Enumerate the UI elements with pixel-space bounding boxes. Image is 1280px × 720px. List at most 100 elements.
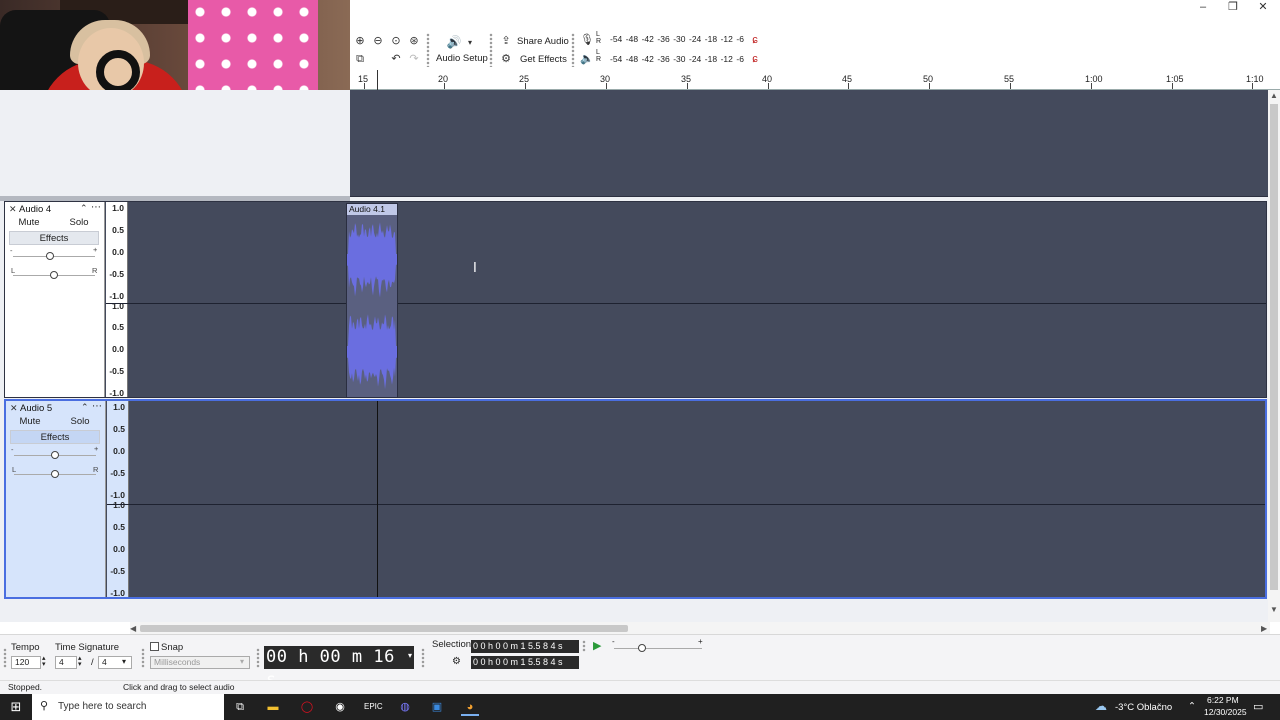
solo-button[interactable]: Solo [61,216,97,229]
close-window-button[interactable]: ✕ [1248,0,1278,14]
amplitude-scale[interactable]: 1.0 0.5 0.0 -0.5 -1.0 1.0 0.5 0.0 -0.5 -1.0 [106,202,128,398]
speaker-icon[interactable]: 🔈 [579,51,595,67]
app-icon[interactable]: ◍ [396,698,414,716]
tempo-stepper-icon[interactable]: ▴ ▾ [42,655,46,668]
share-audio-icon[interactable]: ⇪ [498,33,514,49]
amplitude-tick: -0.5 [110,468,125,478]
scroll-left-icon[interactable]: ◀ [130,624,136,633]
redo-icon[interactable]: ↷ [406,51,422,67]
selection-settings-icon[interactable]: ⚙ [452,656,461,667]
track-menu-icon[interactable]: ⋯ [91,202,101,213]
track-name[interactable]: Audio 4 [19,204,51,215]
scroll-up-icon[interactable]: ▲ [1270,91,1278,100]
toolbar-grip[interactable] [582,640,586,652]
track-name[interactable]: Audio 5 [20,403,52,414]
amplitude-tick: -0.5 [109,268,124,279]
toolbar-grip[interactable] [3,648,7,668]
snap-unit-select[interactable]: Milliseconds [150,656,250,669]
mute-button[interactable]: Mute [11,216,47,229]
get-effects-button[interactable]: Get Effects [520,54,567,65]
toolbar-grip[interactable] [571,33,575,67]
snap-checkbox[interactable] [150,642,159,651]
tray-chevron-icon[interactable]: ⌃ [1188,701,1196,712]
toolbar-grip[interactable] [489,33,493,67]
effects-button[interactable]: Effects [9,231,99,245]
amplitude-scale[interactable]: 1.0 0.5 0.0 -0.5 -1.0 1.0 0.5 0.0 -0.5 -1.0 [107,401,129,598]
audio-setup-button[interactable]: Audio Setup [436,53,488,64]
gain-slider-knob[interactable] [45,252,54,260]
track-menu-icon[interactable]: ⋯ [92,401,102,412]
fit-selection-icon[interactable]: ⊙ [388,33,404,49]
file-explorer-icon[interactable]: ▬ [264,698,282,716]
weather-icon[interactable]: ☁ [1095,699,1107,713]
playhead-marker[interactable] [377,70,378,90]
time-signature-top-input[interactable]: 4 [55,656,77,669]
gain-slider-track[interactable] [13,256,95,257]
epic-games-icon[interactable]: EPIC [364,698,383,716]
task-view-icon[interactable]: ⧉ [231,698,249,716]
gain-slider-knob[interactable] [51,451,59,459]
window-app-icon[interactable]: ▣ [428,698,446,716]
clip-title[interactable]: Audio 4.1 [347,204,397,215]
amplitude-tick: -1.0 [110,588,125,598]
channel-divider [107,504,1265,505]
fit-project-icon[interactable]: ⊛ [406,33,422,49]
search-placeholder[interactable]: Type here to search [58,701,146,712]
track-audio-5[interactable]: ✕ Audio 5 ⌃ ⋯ Mute Solo Effects - + L R … [4,399,1267,599]
chevron-down-icon[interactable]: ▾ [240,657,244,666]
undo-icon[interactable]: ↶ [388,51,404,67]
zoom-out-icon[interactable]: ⊖ [370,33,386,49]
ts-stepper-icon[interactable]: ▴ ▾ [78,655,82,668]
playback-speed-slider[interactable] [614,648,702,649]
selection-start[interactable]: 0 0 h 0 0 m 1 5.5 8 4 s [471,640,579,653]
clock-date[interactable]: 12/30/2025 [1204,707,1247,717]
windows-start-icon[interactable]: ⊞ [7,698,25,716]
horizontal-scroll-thumb[interactable] [140,625,628,632]
minimize-button[interactable]: – [1188,0,1218,14]
audio-setup-icon[interactable]: 🔊 [446,34,462,50]
gain-minus-label: - [11,445,14,454]
timeline-ruler[interactable]: 15 20 25 30 35 40 45 50 55 1:00 1:05 1:10 [350,70,1280,90]
microphone-icon[interactable]: 🎙 [579,32,595,48]
pan-right-label: R [92,266,98,275]
toolbar-grip[interactable] [421,648,425,668]
zoom-toggle-icon[interactable]: ⧉ [352,51,368,67]
mute-button[interactable]: Mute [12,415,48,428]
vertical-scroll-thumb[interactable] [1270,104,1278,590]
chevron-down-icon[interactable]: ▾ [122,657,126,666]
track-audio-4[interactable]: ✕ Audio 4 ⌃ ⋯ Mute Solo Effects - + L R … [4,201,1267,398]
chevron-down-icon[interactable]: ▾ [462,35,478,51]
empty-track-region[interactable] [350,90,1268,197]
solo-button[interactable]: Solo [62,415,98,428]
effects-button[interactable]: Effects [10,430,100,444]
close-track-icon[interactable]: ✕ [10,403,18,414]
get-effects-icon[interactable]: ⚙ [498,51,514,67]
steam-icon[interactable]: ◉ [331,698,349,716]
audacity-icon[interactable]: ◕ [461,698,479,716]
share-audio-button[interactable]: Share Audio [517,36,569,47]
collapse-icon[interactable]: ⌃ [81,402,89,413]
time-signature-bottom-select[interactable]: 4 [98,656,132,669]
playback-speed-knob[interactable] [638,644,646,652]
clock-time[interactable]: 6:22 PM [1207,695,1239,705]
opera-icon[interactable]: ◯ [298,698,316,716]
zoom-in-icon[interactable]: ⊕ [352,33,368,49]
play-at-speed-icon[interactable]: ▶ [593,639,601,652]
restore-button[interactable]: ❐ [1218,0,1248,14]
toolbar-grip[interactable] [141,648,145,668]
collapse-icon[interactable]: ⌃ [80,203,88,214]
pan-slider-knob[interactable] [50,271,58,279]
audio-clip[interactable]: Audio 4.1 [346,203,398,398]
selection-end[interactable]: 0 0 h 0 0 m 1 5.5 8 4 s [471,656,579,669]
toolbar-grip[interactable] [426,33,430,67]
tempo-input[interactable]: 120 [11,656,41,669]
time-display[interactable]: 00 h 00 m 16 s [264,646,414,690]
chevron-down-icon[interactable]: ▾ [408,651,412,660]
scroll-down-icon[interactable]: ▼ [1270,605,1278,614]
notification-icon[interactable]: ▭ [1253,700,1263,713]
scroll-right-icon[interactable]: ▶ [1261,624,1267,633]
close-track-icon[interactable]: ✕ [9,204,17,215]
pan-slider-knob[interactable] [51,470,59,478]
weather-text[interactable]: -3°C Oblačno [1115,702,1172,713]
toolbar-grip[interactable] [256,648,260,668]
